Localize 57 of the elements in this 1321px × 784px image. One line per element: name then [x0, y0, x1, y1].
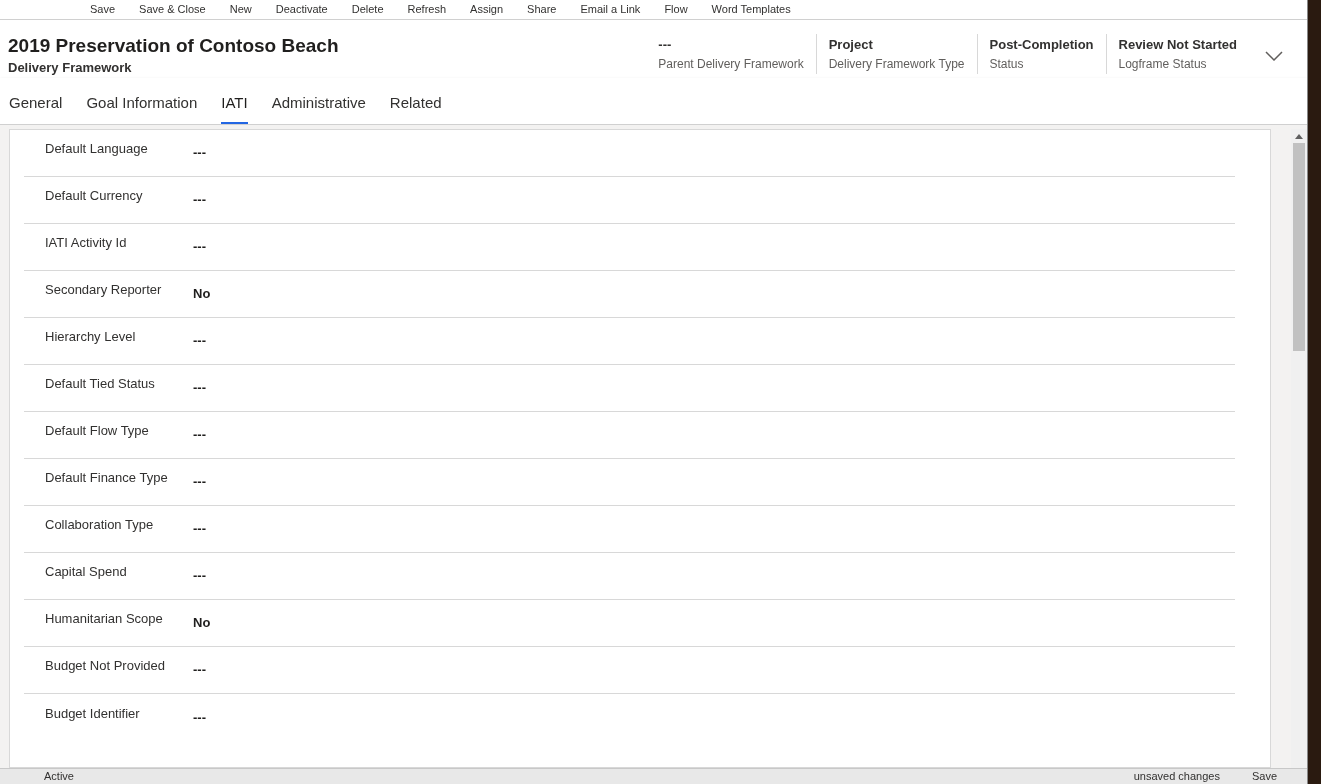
field-value[interactable]: --- [193, 143, 206, 163]
toolbar-button[interactable]: Email a Link [580, 4, 641, 15]
field-value[interactable]: --- [193, 425, 206, 445]
tab[interactable]: General [9, 91, 63, 124]
field-label: Budget Not Provided [44, 657, 166, 676]
field-label: Default Finance Type [44, 469, 169, 488]
unsaved-changes-text: unsaved changes [1133, 771, 1220, 782]
scroll-thumb[interactable] [1293, 143, 1305, 351]
record-status: Active [44, 771, 74, 782]
field-label: IATI Activity Id [44, 234, 128, 253]
record-title: 2019 Preservation of Contoso Beach [8, 34, 340, 58]
tab[interactable]: Administrative [271, 91, 366, 124]
field-label: Default Tied Status [44, 375, 156, 394]
entity-name: Delivery Framework [8, 59, 133, 77]
header-value: --- [658, 36, 673, 54]
field-value[interactable]: --- [193, 237, 206, 257]
field-value[interactable]: --- [193, 519, 206, 539]
chevron-icon[interactable] [1265, 51, 1283, 61]
tab[interactable]: Goal Information [86, 91, 198, 124]
field-label: Default Currency [44, 187, 144, 206]
field-value[interactable]: --- [193, 660, 206, 680]
toolbar-button[interactable]: Flow [664, 4, 688, 15]
header-value: Review Not Started [1118, 36, 1237, 54]
field-label: Capital Spend [44, 563, 128, 582]
toolbar-button[interactable]: Save [90, 4, 116, 15]
field-value[interactable]: --- [193, 331, 206, 351]
field-label: Default Flow Type [44, 422, 150, 441]
field-label: Default Language [44, 140, 149, 159]
field-label: Budget Identifier [44, 704, 141, 723]
toolbar-button[interactable]: New [229, 4, 252, 15]
toolbar-button[interactable]: Assign [470, 4, 504, 15]
header-label: Logframe Status [1118, 56, 1208, 73]
header-label: Delivery Framework Type [828, 56, 965, 73]
field-value[interactable]: --- [193, 472, 206, 492]
header-label: Status [989, 56, 1025, 73]
toolbar-button[interactable]: Refresh [407, 4, 447, 15]
field-value[interactable]: No [193, 613, 211, 633]
field-label: Hierarchy Level [44, 328, 137, 347]
field-value[interactable]: No [193, 284, 211, 304]
field-label: Collaboration Type [44, 516, 155, 535]
toolbar-button[interactable]: Word Templates [711, 4, 791, 15]
field-label: Secondary Reporter [44, 281, 163, 300]
field-value[interactable]: --- [193, 378, 206, 398]
tab[interactable]: Related [389, 91, 442, 124]
field-value[interactable]: --- [193, 190, 206, 210]
save-button[interactable]: Save [1251, 771, 1277, 782]
header-value: Post-Completion [989, 36, 1094, 54]
header-label: Parent Delivery Framework [658, 56, 804, 73]
field-label: Humanitarian Scope [44, 610, 164, 629]
scroll-up-icon[interactable] [1295, 133, 1303, 139]
toolbar-button[interactable]: Share [527, 4, 557, 15]
toolbar-button[interactable]: Save & Close [139, 4, 206, 15]
field-value[interactable]: --- [193, 707, 206, 728]
toolbar-button[interactable]: Delete [351, 4, 384, 15]
toolbar-button[interactable]: Deactivate [275, 4, 328, 15]
header-value: Project [828, 36, 874, 54]
field-value[interactable]: --- [193, 566, 206, 586]
